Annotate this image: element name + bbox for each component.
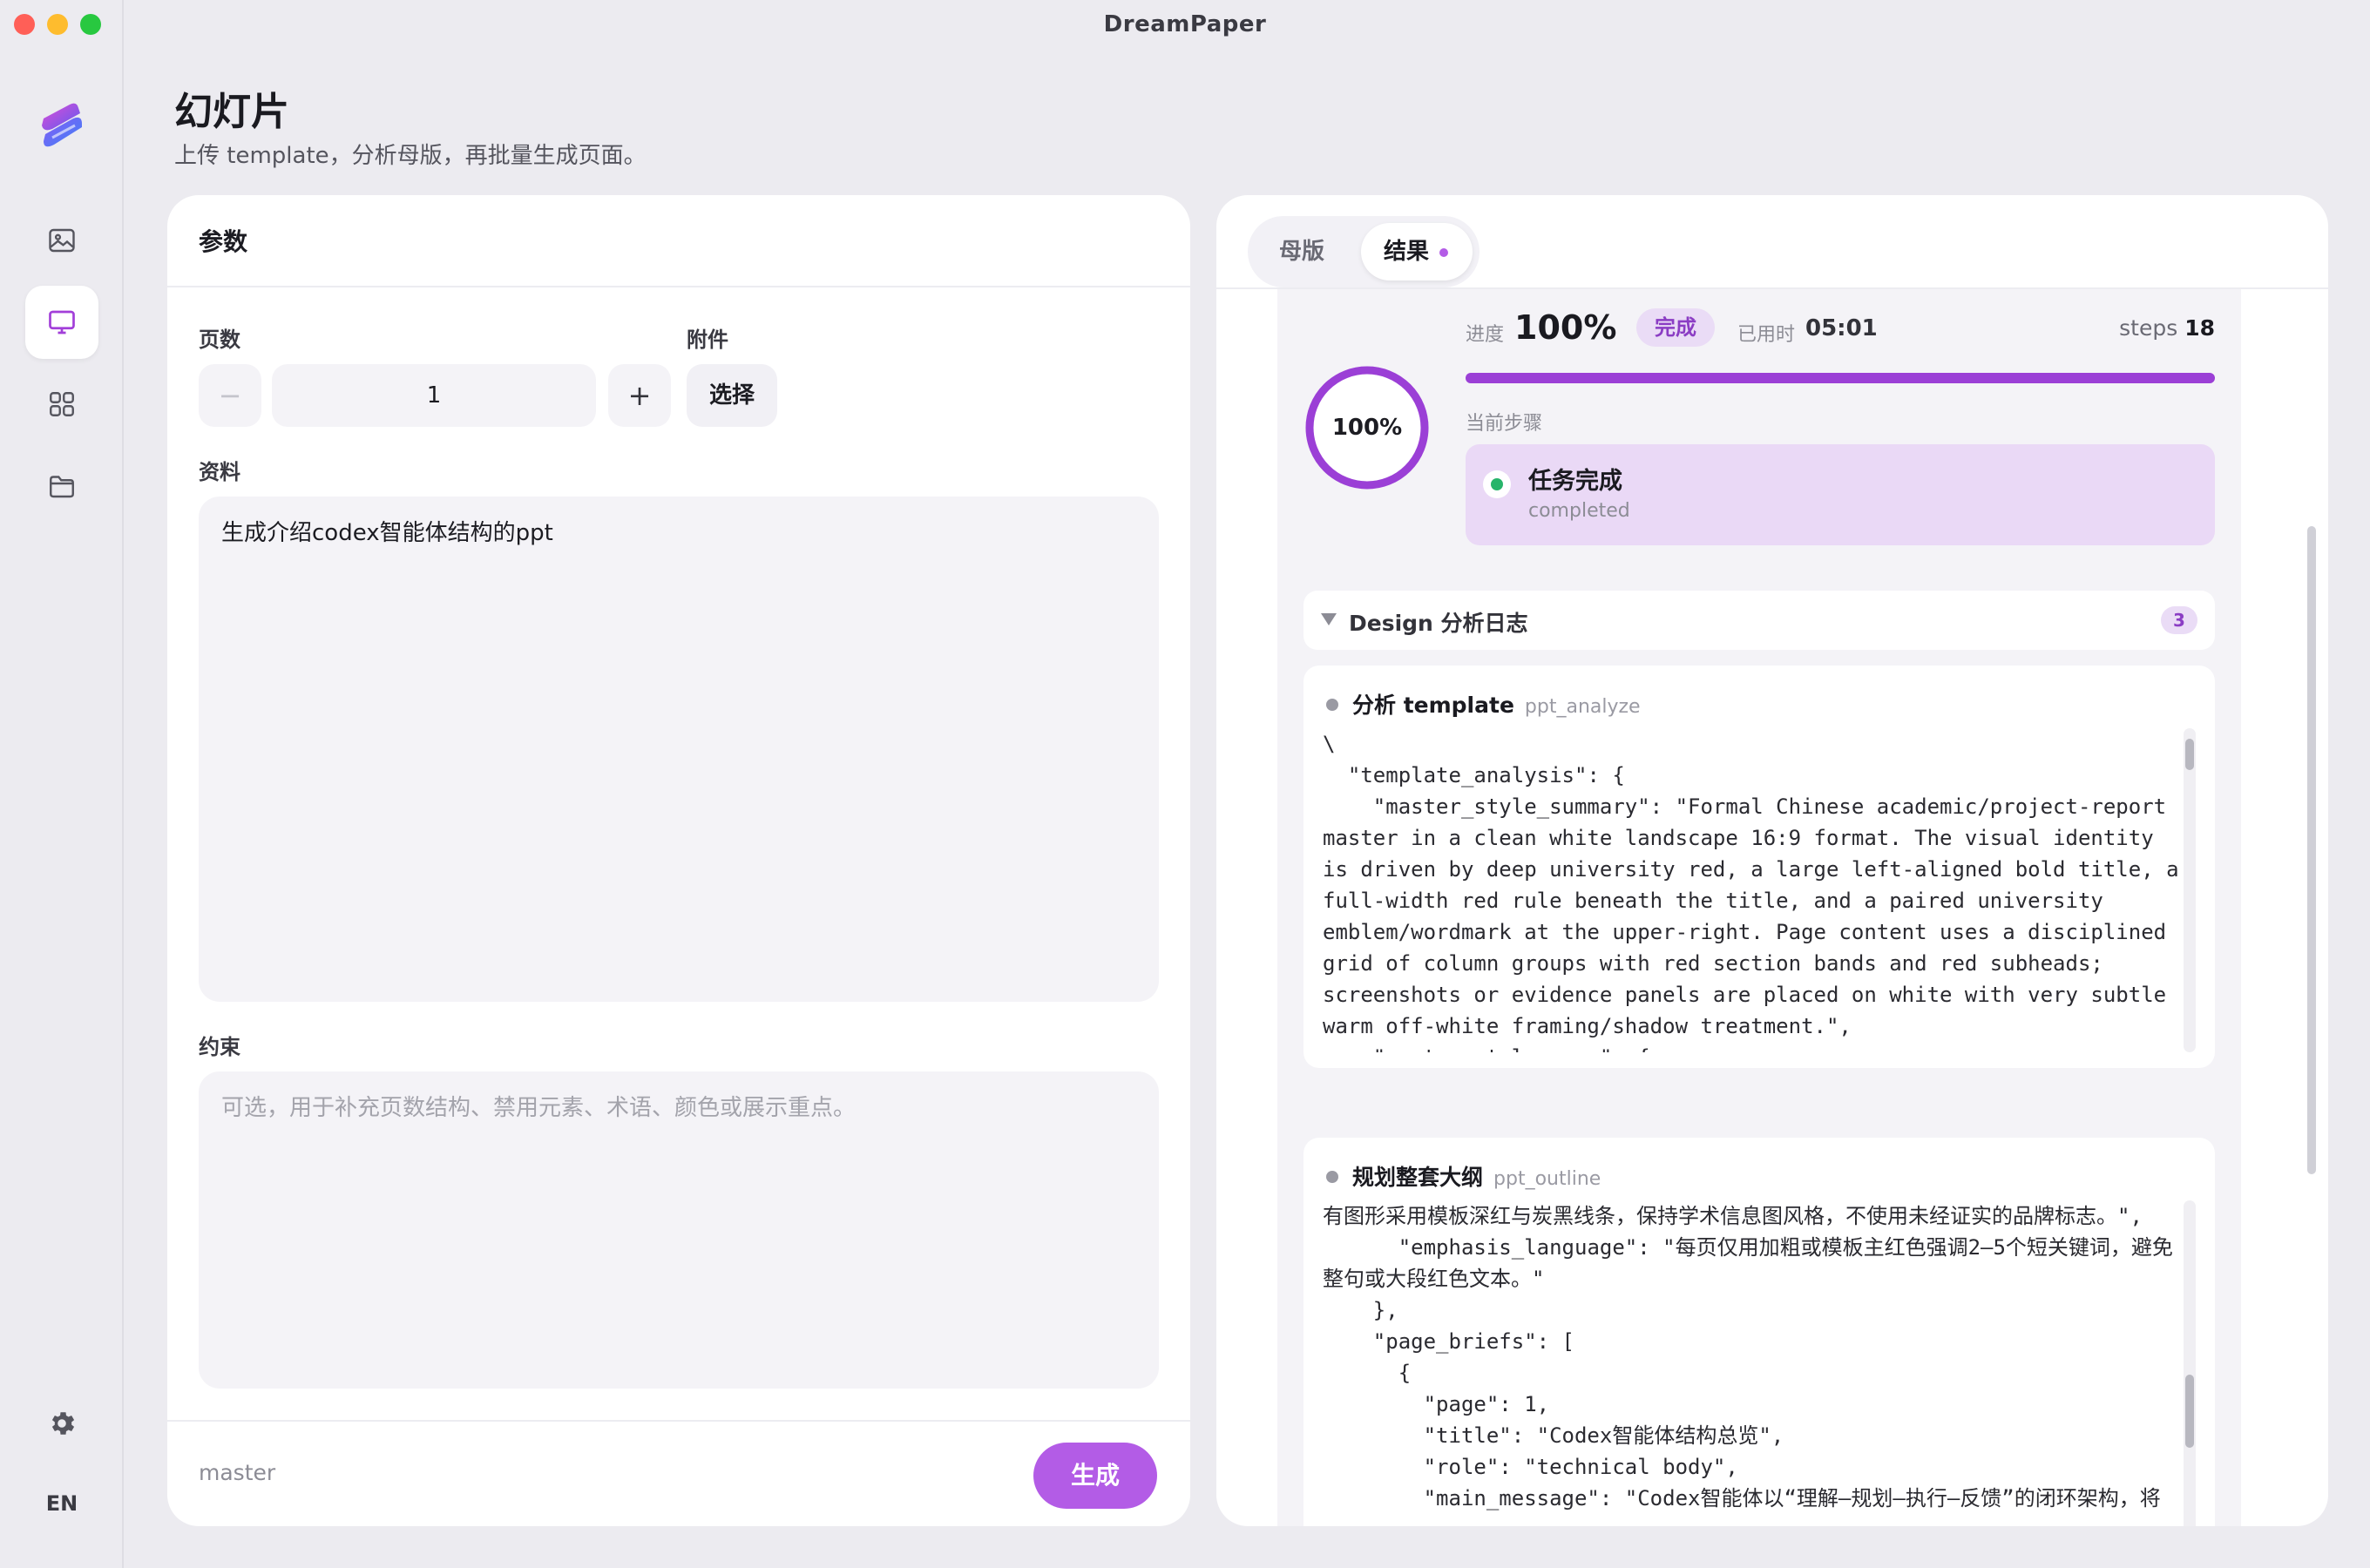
current-step-title: 任务完成	[1528, 468, 1622, 495]
language-toggle[interactable]: EN	[0, 1491, 124, 1516]
collapse-triangle-icon	[1321, 613, 1337, 625]
constraints-label: 约束	[199, 1035, 240, 1059]
attachment-label: 附件	[687, 328, 728, 352]
sidebar: EN	[0, 0, 124, 1568]
log-content[interactable]: \ "template_analysis": { "master_style_s…	[1323, 728, 2182, 1052]
page-subtitle: 上传 template，分析母版，再批量生成页面。	[174, 143, 647, 169]
progress-label: 进度	[1466, 324, 1505, 346]
title-bar: DreamPaper	[0, 0, 2370, 49]
sidebar-item-images[interactable]	[25, 204, 98, 277]
log-content[interactable]: 有图形采用模板深红与炭黑线条，保持学术信息图风格，不使用未经证实的品牌标志。",…	[1323, 1200, 2182, 1526]
log-title-text: 规划整套大纲	[1352, 1165, 1484, 1190]
tab-master[interactable]: 母版	[1279, 223, 1324, 280]
results-scroll-area[interactable]: 100% 进度 100% 完成 已用时 05:01 steps 18 当前步骤 …	[1277, 289, 2241, 1526]
grid-icon	[50, 392, 74, 416]
params-card: 参数 页数 附件 − 1 + 选择 资料 生成介绍codex智能体结构的ppt …	[167, 195, 1190, 1526]
log-tag: ppt_outline	[1493, 1168, 1601, 1190]
log-status-dot	[1326, 699, 1338, 711]
design-log-toggle[interactable]: Design 分析日志 3	[1304, 591, 2215, 650]
log-scroll-thumb[interactable]	[2185, 739, 2194, 770]
current-step-card: 任务完成 completed	[1466, 444, 2215, 545]
pages-input[interactable]: 1	[272, 364, 596, 427]
gear-icon	[51, 1412, 75, 1435]
result-tabs: 母版 结果	[1248, 216, 1480, 287]
app-title: DreamPaper	[1103, 11, 1267, 37]
steps-label: steps	[2119, 315, 2178, 341]
mode-label: master	[199, 1460, 276, 1485]
progress-bar	[1466, 373, 2215, 383]
sidebar-item-files[interactable]	[25, 449, 98, 523]
tab-result-label: 结果	[1384, 239, 1430, 265]
image-icon	[49, 228, 75, 253]
constraints-textarea[interactable]: 可选，用于补充页数结构、禁用元素、术语、颜色或展示重点。	[199, 1071, 1159, 1389]
elapsed-label: 已用时	[1737, 324, 1796, 346]
monitor-icon	[49, 310, 75, 335]
design-log-count: 3	[2161, 606, 2197, 634]
progress-ring-value: 100%	[1331, 415, 1403, 441]
status-badge: 完成	[1636, 308, 1715, 347]
material-textarea[interactable]: 生成介绍codex智能体结构的ppt	[199, 497, 1159, 1002]
log-scrollbar[interactable]	[2184, 728, 2196, 1052]
results-scrollbar[interactable]	[2307, 526, 2316, 1174]
steps-counter: steps 18	[2119, 315, 2215, 341]
generate-button[interactable]: 生成	[1033, 1443, 1157, 1509]
steps-value: 18	[2184, 315, 2215, 341]
tab-result-indicator	[1439, 248, 1448, 257]
params-header: 参数	[167, 195, 1190, 287]
page-title: 幻灯片	[174, 90, 289, 134]
select-attachment-button[interactable]: 选择	[687, 364, 777, 427]
results-card: 母版 结果 100% 进度 100% 完成 已用时 05:01 steps 18	[1216, 195, 2328, 1526]
increment-pages-button[interactable]: +	[608, 364, 671, 427]
current-step-label: 当前步骤	[1466, 413, 1543, 435]
current-step-subtitle: completed	[1528, 500, 1630, 522]
current-step-status	[1483, 470, 1511, 498]
app-logo	[37, 99, 87, 153]
log-scroll-thumb[interactable]	[2185, 1375, 2194, 1448]
elapsed-value: 05:01	[1805, 315, 1878, 341]
params-title: 参数	[199, 227, 248, 256]
sidebar-item-slides[interactable]	[25, 286, 98, 359]
footer-divider	[167, 1420, 1190, 1422]
folder-icon	[50, 476, 74, 498]
log-scrollbar[interactable]	[2184, 1200, 2196, 1526]
sidebar-item-templates[interactable]	[25, 368, 98, 441]
progress-value: 100%	[1514, 308, 1617, 347]
decrement-pages-button[interactable]: −	[199, 364, 261, 427]
progress-bar-fill	[1466, 373, 2215, 383]
design-log-title: Design 分析日志	[1349, 611, 1528, 636]
log-title-text: 分析 template	[1352, 693, 1514, 718]
material-label: 资料	[199, 460, 240, 484]
progress-panel: 100% 进度 100% 完成 已用时 05:01 steps 18 当前步骤 …	[1277, 289, 2241, 577]
log-entry: 分析 template ppt_analyze \ "template_analy…	[1304, 666, 2215, 1068]
log-status-dot	[1326, 1171, 1338, 1183]
settings-button[interactable]	[25, 1387, 98, 1460]
log-entry: 规划整套大纲 ppt_outline 有图形采用模板深红与炭黑线条，保持学术信息图…	[1304, 1138, 2215, 1526]
status-dot-icon	[1491, 478, 1503, 490]
log-title: 分析 template ppt_analyze	[1352, 688, 1641, 720]
tab-result[interactable]: 结果	[1361, 223, 1473, 280]
log-title: 规划整套大纲 ppt_outline	[1352, 1160, 1601, 1192]
log-tag: ppt_analyze	[1524, 696, 1641, 718]
pages-label: 页数	[199, 328, 240, 352]
